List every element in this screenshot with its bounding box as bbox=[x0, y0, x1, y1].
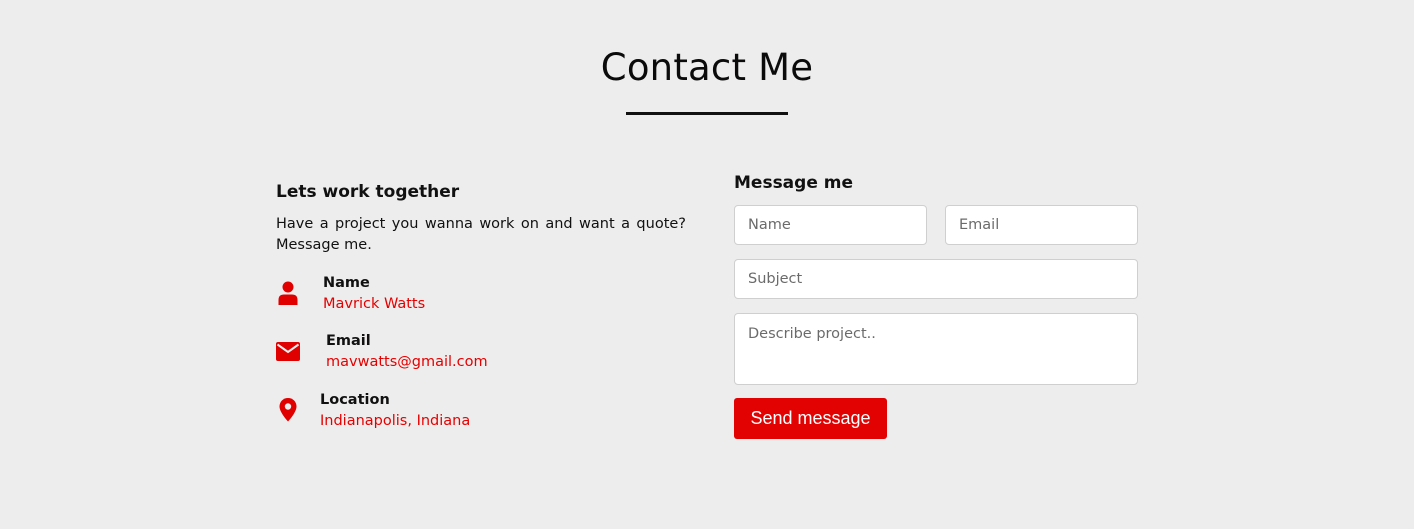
contact-item-label: Location bbox=[320, 392, 390, 408]
map-pin-icon bbox=[276, 398, 300, 422]
envelope-icon bbox=[276, 339, 300, 363]
contact-info-heading: Lets work together bbox=[276, 182, 460, 202]
contact-item-location: Location Indianapolis, Indiana bbox=[276, 390, 470, 432]
contact-item-label: Name bbox=[323, 275, 370, 291]
contact-item-email: Email mavwatts@gmail.com bbox=[276, 331, 488, 373]
page-title: Contact Me bbox=[600, 46, 814, 89]
contact-info-description: Have a project you wanna work on and wan… bbox=[276, 216, 686, 253]
title-underline bbox=[626, 112, 788, 115]
contact-item-value: Indianapolis, Indiana bbox=[320, 413, 471, 429]
contact-item-value: mavwatts@gmail.com bbox=[326, 354, 488, 370]
message-textarea[interactable] bbox=[734, 313, 1138, 385]
form-heading: Message me bbox=[734, 173, 854, 193]
subject-input[interactable] bbox=[734, 259, 1138, 299]
contact-form: Message me Send message bbox=[734, 171, 1138, 439]
email-input[interactable] bbox=[945, 205, 1138, 245]
person-icon bbox=[276, 281, 300, 305]
contact-item-label: Email bbox=[326, 333, 371, 349]
send-message-button[interactable]: Send message bbox=[734, 398, 887, 439]
contact-item-name: Name Mavrick Watts bbox=[276, 273, 425, 315]
contact-info-section: Lets work together Have a project you wa… bbox=[276, 180, 686, 256]
name-input[interactable] bbox=[734, 205, 927, 245]
contact-item-value: Mavrick Watts bbox=[323, 296, 426, 312]
